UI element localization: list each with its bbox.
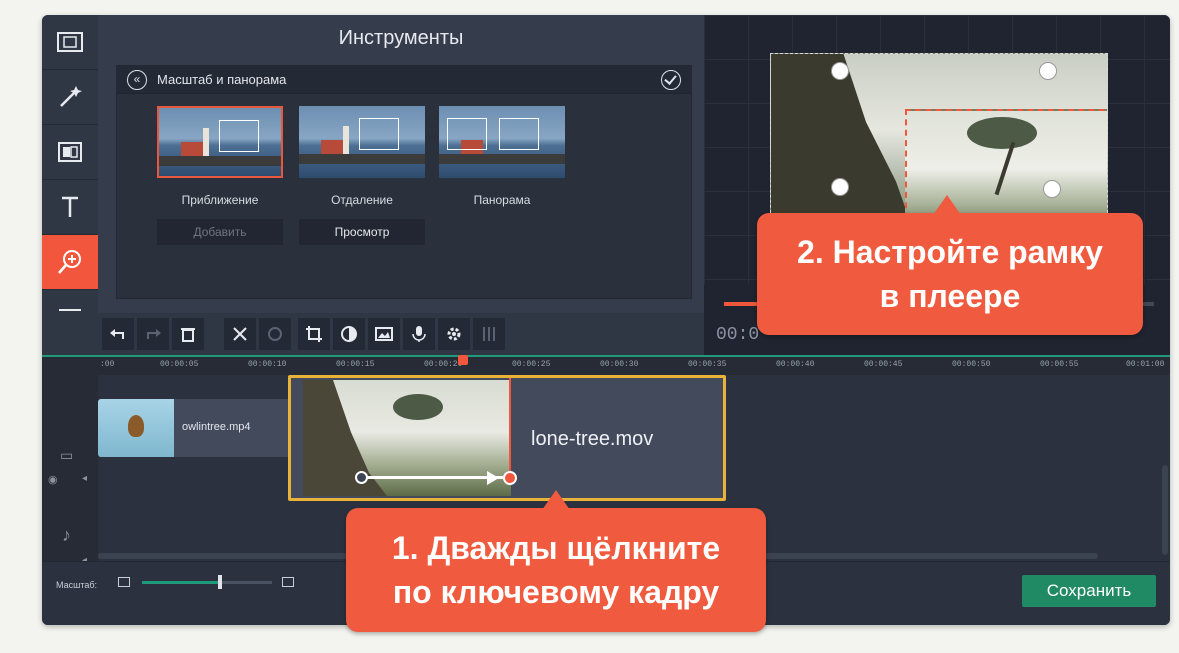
eye-icon[interactable]: ◉: [48, 473, 58, 486]
callout-text: 1. Дважды щёлкните: [391, 530, 721, 566]
stage: Инструменты « Масштаб и панорама Приближ…: [0, 0, 1179, 653]
ruler-tick: 00:00:50: [952, 360, 991, 369]
preset-label-pan: Панорама: [473, 193, 531, 207]
ruler-tick: 00:00:15: [336, 360, 375, 369]
playhead[interactable]: [458, 355, 468, 365]
timeline-toolbar: [42, 313, 704, 355]
frame-handle-bottom-right[interactable]: [1043, 180, 1061, 198]
crop-button[interactable]: [298, 318, 330, 350]
clip-label: owlintree.mp4: [182, 421, 251, 433]
zoom-in-preset[interactable]: [157, 106, 283, 178]
back-icon[interactable]: «: [127, 70, 147, 90]
vertical-scrollbar[interactable]: [1162, 465, 1168, 555]
check-icon[interactable]: [661, 70, 681, 90]
music-note-icon: ♪: [62, 525, 71, 545]
player-timecode: 00:0: [716, 325, 760, 345]
ruler-tick: 00:00:20: [424, 360, 463, 369]
gear-icon: [447, 327, 461, 341]
preview-button[interactable]: Просмотр: [299, 219, 425, 245]
zoom-out-preset[interactable]: [299, 106, 425, 178]
zoom-pan-button[interactable]: [42, 235, 98, 290]
redo-icon: [147, 329, 161, 339]
color-adjust-button[interactable]: [333, 318, 365, 350]
clip-thumbnail: [98, 399, 174, 457]
zoom-out-timeline-icon[interactable]: [118, 577, 130, 587]
keyframe-path: [361, 476, 503, 479]
zoom-pan-tool: « Масштаб и панорама Приближение Отдален…: [116, 65, 692, 299]
tool-section-title: Масштаб и панорама: [157, 72, 287, 87]
callout-adjust-frame: 2. Настройте рамку в плеере: [757, 195, 1143, 335]
keyframe-marker-line: [509, 378, 511, 476]
add-button[interactable]: Добавить: [157, 219, 283, 245]
save-button[interactable]: Сохранить: [1022, 575, 1156, 607]
crop-icon: [306, 326, 322, 342]
callout-text: по ключевому кадру: [392, 574, 720, 610]
transition-icon: [58, 142, 82, 162]
text-icon: [62, 196, 78, 217]
rotate-button[interactable]: [259, 318, 291, 350]
undo-button[interactable]: [102, 318, 134, 350]
rotate-icon: [268, 327, 282, 341]
ruler-tick: 00:00:30: [600, 360, 639, 369]
contrast-icon: [341, 326, 357, 342]
video-track-icon: ▭: [60, 447, 74, 463]
slider-knob[interactable]: [218, 575, 222, 589]
preset-label-zoom-out: Отдаление: [331, 193, 393, 207]
record-audio-button[interactable]: [403, 318, 435, 350]
zoom-in-timeline-icon[interactable]: [282, 577, 294, 587]
film-icon: [57, 32, 83, 52]
start-keyframe[interactable]: [355, 471, 368, 484]
split-button[interactable]: [224, 318, 256, 350]
arrow-icon: [487, 471, 499, 485]
ruler-tick: 00:00:25: [512, 360, 551, 369]
speaker-icon[interactable]: ◂: [82, 473, 87, 484]
ruler-tick: 00:00:55: [1040, 360, 1079, 369]
ruler-tick: 00:01:00: [1126, 360, 1165, 369]
scissors-icon: [233, 327, 247, 341]
tool-header: « Масштаб и панорама: [117, 66, 691, 94]
preset-label-zoom-in: Приближение: [181, 193, 259, 207]
frame-handle-bottom-left[interactable]: [831, 178, 849, 196]
magic-wand-icon: [60, 86, 82, 107]
ruler-tick: :00: [100, 360, 115, 369]
ruler-tick: 00:00:45: [864, 360, 903, 369]
undo-icon: [110, 329, 124, 339]
callout-text: в плеере: [879, 278, 1021, 314]
filters-button[interactable]: [42, 70, 98, 125]
clip-label: lone-tree.mov: [531, 428, 654, 450]
image-button[interactable]: [368, 318, 400, 350]
delete-button[interactable]: [172, 318, 204, 350]
callout-double-click-keyframe: 1. Дважды щёлкните по ключевому кадру: [346, 490, 766, 632]
track-headers: ▭ ◉ ◂ ♪ ◂: [42, 375, 98, 566]
end-keyframe[interactable]: [503, 471, 517, 485]
frame-handle-top-left[interactable]: [831, 62, 849, 80]
redo-button[interactable]: [137, 318, 169, 350]
equalizer-icon: [483, 327, 495, 341]
titles-button[interactable]: [42, 180, 98, 235]
ruler-tick: 00:00:10: [248, 360, 287, 369]
image-icon: [375, 327, 393, 341]
microphone-icon: [412, 326, 426, 342]
ruler-tick: 00:00:40: [776, 360, 815, 369]
tools-panel: Инструменты « Масштаб и панорама Приближ…: [98, 15, 704, 313]
clip-properties-button[interactable]: [438, 318, 470, 350]
callout-text: 2. Настройте рамку: [797, 234, 1103, 270]
timeline-scale-slider[interactable]: [142, 581, 272, 584]
zoom-in-icon: [58, 250, 81, 274]
ruler-tick: 00:00:05: [160, 360, 199, 369]
transitions-button[interactable]: [42, 125, 98, 180]
timeline-ruler[interactable]: :00 00:00:05 00:00:10 00:00:15 00:00:20 …: [42, 355, 1170, 375]
scale-label: Масштаб:: [56, 580, 98, 590]
frame-handle-top-right[interactable]: [1039, 62, 1057, 80]
ruler-tick: 00:00:35: [688, 360, 727, 369]
tools-panel-title: Инструменты: [338, 27, 464, 49]
trash-icon: [181, 328, 195, 342]
selected-timeline-clip[interactable]: lone-tree.mov: [288, 375, 726, 501]
pan-preset[interactable]: [439, 106, 565, 178]
import-media-button[interactable]: [42, 15, 98, 70]
tool-sidebar: [42, 15, 98, 355]
equalizer-button[interactable]: [473, 318, 505, 350]
